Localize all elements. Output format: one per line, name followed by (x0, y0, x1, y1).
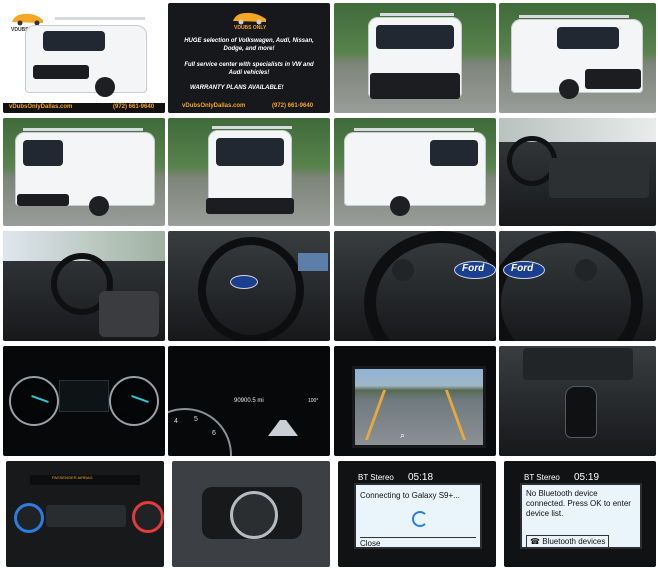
photo-steering-wheel[interactable] (168, 231, 330, 341)
center-display (59, 380, 109, 412)
rear-window (430, 140, 478, 166)
photo-bt-connecting[interactable]: BT Stereo 05:18 Connecting to Galaxy S9+… (338, 461, 496, 567)
photo-gear-shifter[interactable] (499, 346, 656, 456)
photo-steering-controls-right[interactable]: Ford (499, 231, 656, 341)
camera-screen (352, 366, 486, 448)
photo-dealer-info[interactable]: VDUBS ONLY HUGE selection of Volkswagen,… (168, 3, 330, 113)
logo-text: VDUBS ONLY (234, 25, 267, 31)
front-grille (370, 73, 460, 99)
wheel-control-button (392, 259, 414, 281)
screen-time: 05:18 (408, 472, 434, 483)
rear-window (216, 138, 284, 166)
rear-bumper (17, 194, 69, 206)
climate-buttons[interactable] (46, 505, 126, 527)
steering-wheel (198, 237, 304, 341)
loading-spinner-icon (412, 511, 428, 527)
roof-rack (380, 13, 454, 16)
road-graphic (268, 420, 298, 436)
windshield (557, 27, 619, 49)
service-text: Full service center with specialists in … (184, 62, 314, 76)
screen-message: Connecting to Galaxy S9+... (360, 491, 460, 500)
car-logo-icon (233, 12, 266, 25)
close-button[interactable]: Close (360, 537, 476, 548)
photo-rear-view[interactable] (168, 118, 330, 226)
photo-odometer[interactable]: 4 5 6 90900.5 mi 100° (168, 346, 330, 456)
footer-phone[interactable]: (972) 661-9640 (272, 103, 313, 109)
steering-wheel (499, 231, 643, 341)
roof-rack (55, 17, 145, 20)
warranty-text: WARRANTY PLANS AVAILABLE! (190, 85, 284, 91)
front-grille (33, 65, 89, 79)
screen-source: BT Stereo (524, 473, 560, 482)
bluetooth-devices-label: Bluetooth devices (542, 537, 606, 546)
photo-headlight-switch[interactable] (172, 461, 330, 567)
photo-driver-cockpit[interactable] (3, 231, 165, 341)
wheel (559, 79, 579, 99)
wheel (390, 196, 410, 216)
photo-front-angle[interactable] (499, 3, 656, 113)
headline: HUGE selection of Volkswagen, Audi, Niss… (184, 38, 314, 52)
speed-tick-5: 5 (194, 416, 198, 423)
gear-shifter (565, 386, 597, 438)
zoom-icon[interactable]: ⌕ (400, 430, 405, 441)
rear-window (23, 140, 63, 166)
photo-bt-none[interactable]: BT Stereo 05:19 No Bluetooth device conn… (504, 461, 656, 567)
photo-front-view[interactable] (334, 3, 496, 113)
photo-rear-angle[interactable] (3, 118, 165, 226)
seat (99, 291, 159, 337)
fan-knob[interactable] (14, 503, 44, 533)
photo-steering-controls-left[interactable]: Ford (334, 231, 496, 341)
temp-knob[interactable] (132, 501, 164, 533)
bluetooth-devices-button[interactable]: ☎ Bluetooth devices (526, 535, 610, 548)
speed-tick-4: 4 (174, 418, 178, 425)
rear-bumper (206, 198, 294, 214)
footer-website[interactable]: vDubsOnlyDallas.com (182, 103, 245, 109)
wheel (95, 77, 115, 97)
photo-dealer-front-van[interactable]: VDUBS ONLY vDubsOnlyDallas.com (972) 661… (3, 3, 165, 113)
roof-rack (354, 128, 474, 131)
ford-badge-text: Ford (462, 263, 485, 274)
photo-interior-passenger[interactable] (499, 118, 656, 226)
phone-icon: ☎ (530, 537, 540, 546)
screen-time: 05:19 (574, 472, 600, 483)
front-grille (585, 69, 641, 89)
screen-message: No Bluetooth device connected. Press OK … (526, 489, 631, 518)
photo-backup-camera[interactable]: ⌕ (334, 346, 496, 456)
speedometer-gauge (109, 376, 159, 426)
wheel-control-button (575, 259, 597, 281)
speed-tick-6: 6 (212, 430, 216, 437)
climate-panel (523, 348, 633, 380)
photo-rear-side[interactable] (334, 118, 496, 226)
tachometer-gauge (9, 376, 59, 426)
photo-gauge-cluster[interactable] (3, 346, 165, 456)
roof-rack (23, 128, 143, 131)
headlight-knob[interactable] (230, 491, 278, 539)
windshield (376, 25, 454, 49)
footer-website[interactable]: vDubsOnlyDallas.com (9, 104, 72, 110)
odometer-reading: 90900.5 mi (234, 398, 264, 404)
dashboard-panel (549, 158, 649, 198)
photo-climate-controls[interactable]: PASSENGER AIRBAG (6, 461, 164, 567)
ford-logo-icon (230, 275, 258, 289)
steering-wheel (364, 231, 496, 341)
ford-badge-text: Ford (511, 263, 534, 274)
windshield (43, 31, 105, 51)
outside-temp: 100° (308, 398, 319, 404)
footer-phone[interactable]: (972) 661-9640 (113, 104, 154, 110)
speedometer-arc (168, 408, 232, 456)
screen-source: BT Stereo (358, 473, 394, 482)
airbag-label: PASSENGER AIRBAG (52, 475, 93, 480)
roof-rack (212, 126, 292, 129)
infotainment-screen (298, 253, 328, 271)
roof-rack (519, 15, 629, 18)
wheel (89, 196, 109, 216)
